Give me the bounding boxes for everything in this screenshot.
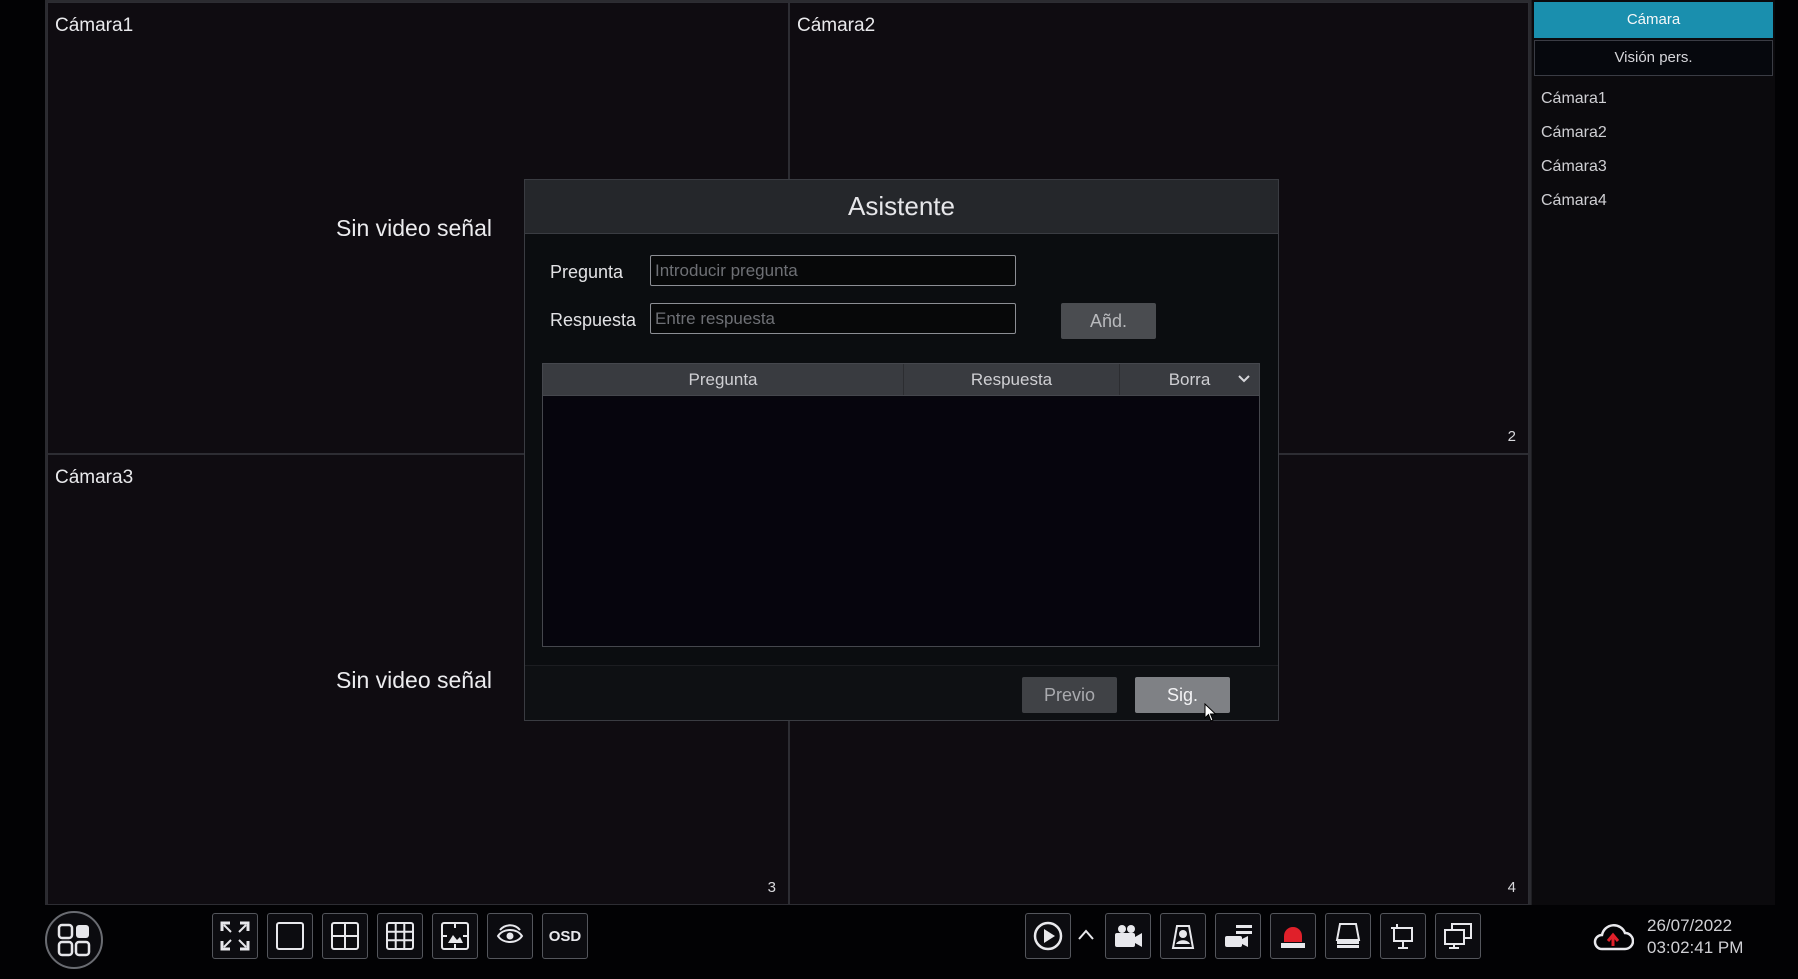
single-view-icon bbox=[276, 922, 304, 950]
camera-list-item-1[interactable]: Cámara1 bbox=[1532, 82, 1775, 116]
table-body bbox=[543, 396, 1259, 646]
camera-title: Cámara3 bbox=[55, 467, 134, 488]
start-menu-button[interactable] bbox=[45, 911, 103, 969]
tab-camera[interactable]: Cámara bbox=[1534, 2, 1773, 38]
no-signal-text: Sin video señal bbox=[336, 215, 492, 241]
layout-4-button[interactable] bbox=[322, 913, 368, 959]
table-header: Pregunta Respuesta Borra bbox=[543, 364, 1259, 396]
camera-list-item-4[interactable]: Cámara4 bbox=[1532, 184, 1775, 218]
alarm-button[interactable] bbox=[1270, 913, 1316, 959]
hard-disk-icon bbox=[1335, 923, 1361, 948]
dialog-body: Pregunta Respuesta Añd. Pregunta Respues… bbox=[525, 234, 1278, 666]
previous-button[interactable]: Previo bbox=[1022, 677, 1117, 713]
fullscreen-button[interactable] bbox=[212, 913, 258, 959]
time-text: 03:02:41 PM bbox=[1647, 938, 1744, 957]
picture-layout-button[interactable] bbox=[432, 913, 478, 959]
playback-button[interactable] bbox=[1025, 913, 1071, 959]
answer-label: Respuesta bbox=[550, 310, 637, 330]
question-table: Pregunta Respuesta Borra bbox=[542, 363, 1260, 647]
dialog-title: Asistente bbox=[525, 180, 1278, 234]
taskbar: OSD 26/07/2022 03:02:41 PM bbox=[0, 905, 1798, 979]
date-text: 26/07/2022 bbox=[1647, 916, 1733, 935]
nine-view-icon bbox=[386, 922, 414, 950]
camera-list-item-2[interactable]: Cámara2 bbox=[1532, 116, 1775, 150]
question-input[interactable] bbox=[650, 255, 1016, 286]
camera-list: Cámara1 Cámara2 Cámara3 Cámara4 bbox=[1532, 82, 1775, 218]
osd-label: OSD bbox=[548, 927, 582, 945]
chevron-down-icon[interactable] bbox=[1237, 372, 1251, 386]
camera-list-icon bbox=[1225, 925, 1252, 947]
disk-button[interactable] bbox=[1325, 913, 1371, 959]
layout-9-button[interactable] bbox=[377, 913, 423, 959]
datetime: 26/07/2022 03:02:41 PM bbox=[1647, 915, 1743, 959]
layout-1-button[interactable] bbox=[267, 913, 313, 959]
mouse-cursor-icon bbox=[1204, 703, 1217, 722]
add-button[interactable]: Añd. bbox=[1061, 303, 1156, 339]
quad-view-icon bbox=[331, 922, 359, 950]
display-button[interactable] bbox=[1435, 913, 1481, 959]
menu-grid-icon bbox=[57, 923, 91, 957]
fullscreen-icon bbox=[220, 921, 250, 951]
record-button[interactable] bbox=[1105, 913, 1151, 959]
answer-input[interactable] bbox=[650, 303, 1016, 334]
camera-title: Cámara2 bbox=[797, 15, 876, 36]
no-signal-text: Sin video señal bbox=[336, 667, 492, 693]
dialog-footer: Previo Sig. bbox=[525, 665, 1278, 720]
sequence-button[interactable] bbox=[487, 913, 533, 959]
ptz-button[interactable] bbox=[1215, 913, 1261, 959]
column-answer: Respuesta bbox=[903, 364, 1119, 395]
wizard-dialog: Asistente Pregunta Respuesta Añd. Pregun… bbox=[524, 179, 1279, 721]
monitor-icon bbox=[1444, 923, 1472, 949]
question-label: Pregunta bbox=[550, 262, 624, 282]
play-icon bbox=[1033, 921, 1063, 951]
camera-number: 3 bbox=[767, 879, 776, 896]
osd-button[interactable]: OSD bbox=[542, 913, 588, 959]
user-alert-icon bbox=[1171, 925, 1195, 949]
cloud-upgrade-icon[interactable] bbox=[1592, 919, 1634, 955]
alarm-light-icon bbox=[1281, 927, 1305, 948]
camera-number: 4 bbox=[1507, 879, 1516, 896]
chevron-up-icon bbox=[1078, 929, 1094, 940]
sequence-eye-icon bbox=[496, 924, 524, 943]
camera-title: Cámara1 bbox=[55, 15, 134, 36]
expand-playback-button[interactable] bbox=[1076, 925, 1096, 945]
image-layout-icon bbox=[441, 922, 469, 950]
video-camera-icon bbox=[1115, 925, 1142, 947]
audio-button[interactable] bbox=[1160, 913, 1206, 959]
network-icon bbox=[1391, 924, 1413, 949]
network-button[interactable] bbox=[1380, 913, 1426, 959]
camera-list-item-3[interactable]: Cámara3 bbox=[1532, 150, 1775, 184]
camera-number: 2 bbox=[1507, 428, 1516, 445]
camera-sidebar: Cámara Visión pers. Cámara1 Cámara2 Cáma… bbox=[1531, 0, 1775, 905]
tab-custom-view[interactable]: Visión pers. bbox=[1534, 40, 1773, 76]
column-question: Pregunta bbox=[688, 370, 758, 389]
